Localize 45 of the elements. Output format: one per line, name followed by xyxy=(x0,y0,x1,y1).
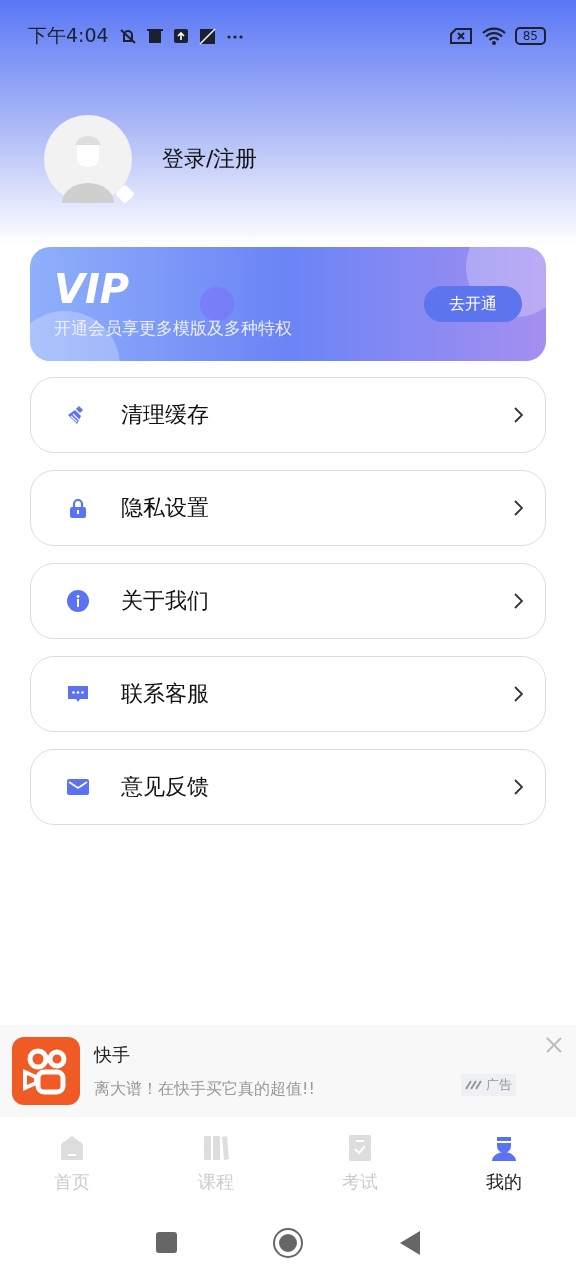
chevron-right-icon xyxy=(513,593,523,609)
more-icon xyxy=(227,35,243,39)
lock-icon xyxy=(67,497,89,519)
home-button[interactable] xyxy=(274,1229,301,1256)
app-logo-icon xyxy=(12,1037,80,1105)
menu-item[interactable]: 意见反馈 xyxy=(30,749,546,825)
ad-label: 广告 xyxy=(486,1076,512,1094)
chevron-right-icon xyxy=(513,779,523,795)
chevron-right-icon xyxy=(513,407,523,423)
vip-banner[interactable]: VIP 开通会员享更多模版及多种特权 去开通 xyxy=(30,247,546,361)
menu-item[interactable]: 隐私设置 xyxy=(30,470,546,546)
vip-subtitle: 开通会员享更多模版及多种特权 xyxy=(54,316,292,340)
status-time: 下午4:04 xyxy=(28,23,109,48)
info-icon xyxy=(67,590,89,612)
menu-label: 联系客服 xyxy=(121,680,210,708)
menu-label: 关于我们 xyxy=(121,587,210,615)
battery-indicator: 85 xyxy=(514,27,546,45)
menu-label: 隐私设置 xyxy=(121,494,210,522)
vip-logo: VIP xyxy=(54,268,130,309)
menu-label: 清理缓存 xyxy=(121,401,210,429)
activate-button[interactable]: 去开通 xyxy=(424,286,522,322)
recent-apps-button[interactable] xyxy=(155,1232,177,1253)
bell-off-icon xyxy=(119,29,136,44)
mail-icon xyxy=(67,776,89,798)
stripes-icon xyxy=(465,1080,483,1090)
tab[interactable]: 我的 xyxy=(432,1117,576,1210)
ad-title: 快手 xyxy=(94,1042,131,1067)
wifi-icon xyxy=(480,26,507,46)
sim-off-icon xyxy=(448,27,473,45)
chevron-right-icon xyxy=(513,686,523,702)
ad-text: 离大谱！在快手买它真的超值!! xyxy=(94,1078,316,1100)
trash-icon xyxy=(146,29,163,43)
back-button[interactable] xyxy=(398,1229,421,1256)
menu-item[interactable]: 清理缓存 xyxy=(30,377,546,453)
chevron-right-icon xyxy=(513,500,523,516)
menu-label: 意见反馈 xyxy=(121,773,210,801)
checklist-icon xyxy=(347,1133,373,1162)
upload-icon xyxy=(173,29,188,43)
books-icon xyxy=(203,1133,229,1162)
house-icon xyxy=(59,1133,85,1162)
menu-item[interactable]: 关于我们 xyxy=(30,563,546,639)
ad-banner[interactable]: 快手 离大谱！在快手买它真的超值!! 广告 xyxy=(0,1025,576,1117)
menu-item[interactable]: 联系客服 xyxy=(30,656,546,732)
login-link[interactable]: 登录/注册 xyxy=(162,144,258,174)
person-silhouette-icon xyxy=(44,115,132,203)
